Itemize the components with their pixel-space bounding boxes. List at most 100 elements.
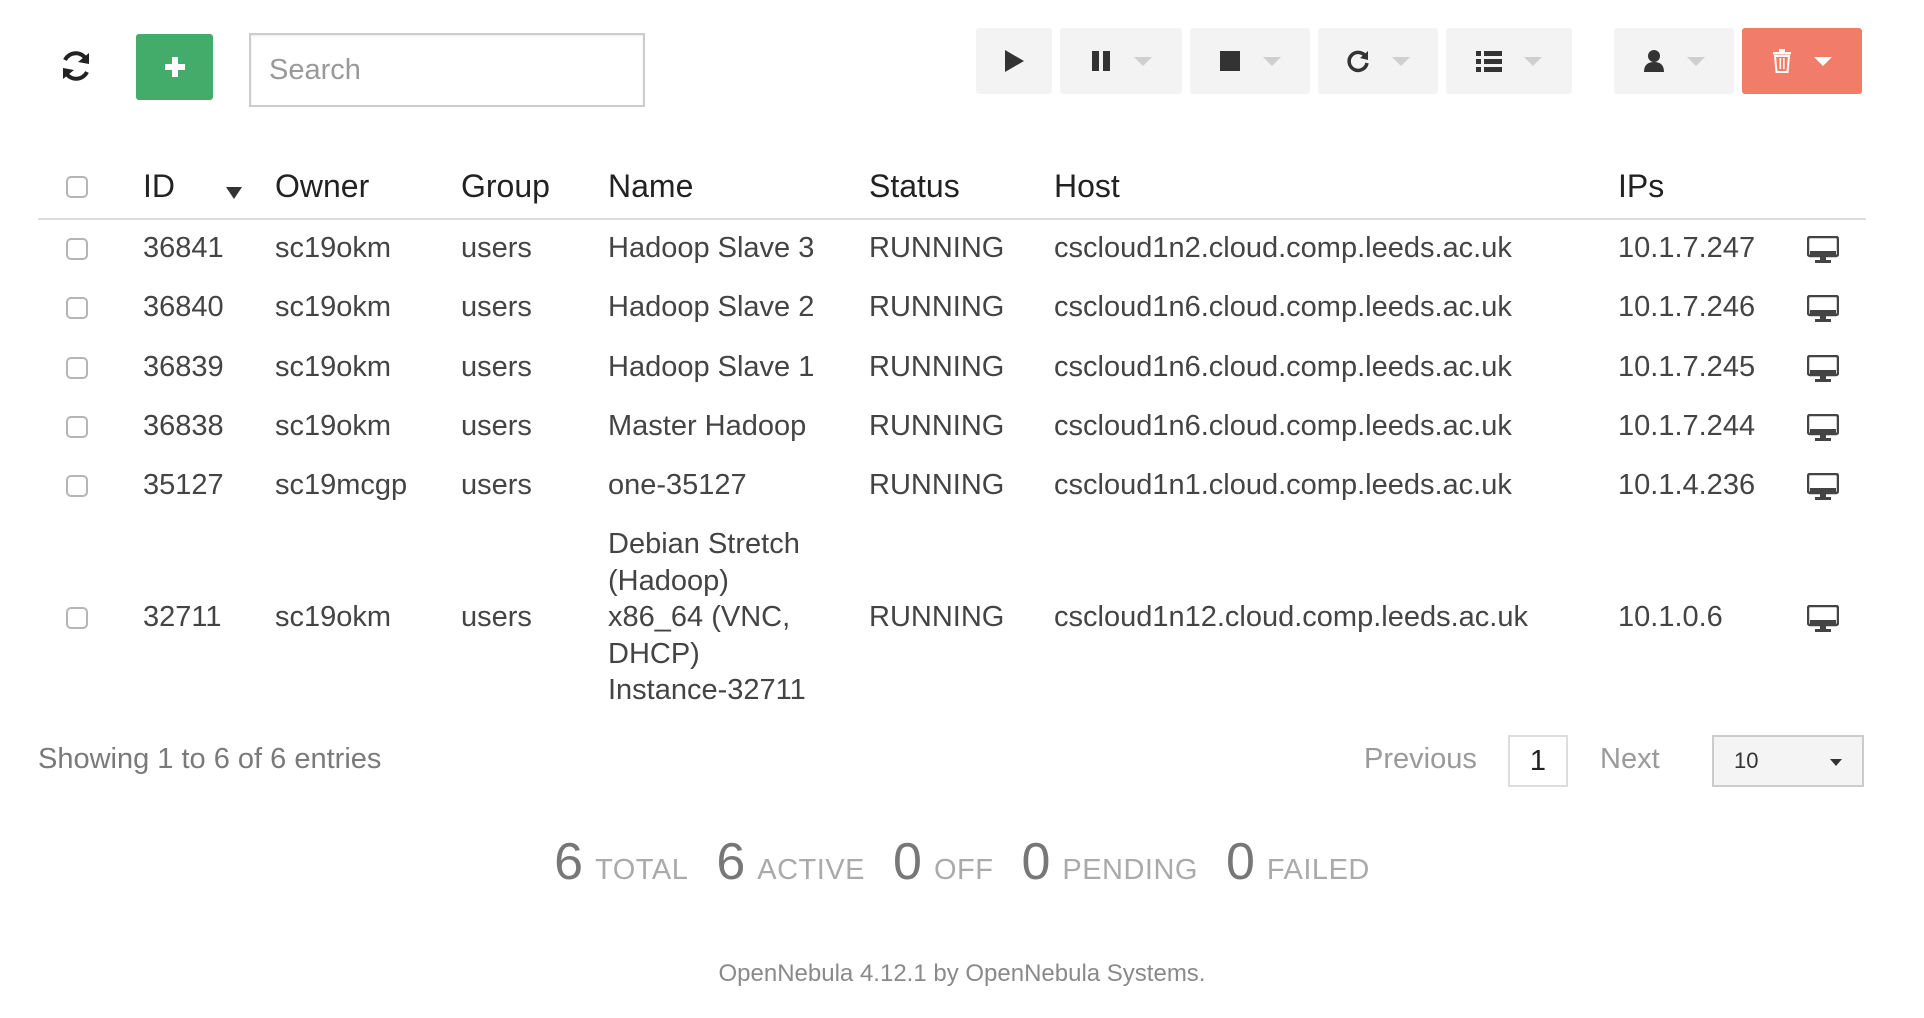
vm-id: 35127 <box>143 469 224 501</box>
row-checkbox[interactable] <box>66 475 88 497</box>
search-input[interactable] <box>249 33 645 107</box>
opennebula-vms-view: ID Owner Group Name Status Host IPs 3684… <box>0 0 1924 1018</box>
page-length-value: 10 <box>1734 748 1759 773</box>
vm-host: cscloud1n6.cloud.comp.leeds.ac.uk <box>1054 410 1512 442</box>
vm-owner: sc19okm <box>275 291 392 323</box>
off-stat[interactable]: 0 OFF <box>893 832 993 892</box>
column-header-ips[interactable]: IPs <box>1618 168 1664 205</box>
row-checkbox[interactable] <box>66 238 88 260</box>
vm-state-summary: 6 TOTAL 6 ACTIVE 0 OFF 0 PENDING 0 FAILE… <box>0 832 1924 892</box>
previous-page-link[interactable]: Previous <box>1364 743 1477 776</box>
vm-status: RUNNING <box>869 469 1005 501</box>
trash-icon <box>1773 49 1791 73</box>
active-label: ACTIVE <box>757 854 866 886</box>
chevron-down-icon <box>1524 56 1542 66</box>
vm-status: RUNNING <box>869 291 1005 323</box>
select-all-checkbox[interactable] <box>66 176 88 198</box>
vm-host: cscloud1n1.cloud.comp.leeds.ac.uk <box>1054 469 1512 501</box>
failed-stat[interactable]: 0 FAILED <box>1226 832 1370 892</box>
play-icon <box>1005 50 1024 72</box>
vm-id: 36838 <box>143 410 224 442</box>
monitor-icon[interactable] <box>1807 605 1839 633</box>
reboot-button[interactable] <box>1318 28 1438 94</box>
vm-id: 36841 <box>143 232 224 264</box>
row-checkbox[interactable] <box>66 297 88 319</box>
off-label: OFF <box>933 854 994 886</box>
monitor-icon[interactable] <box>1807 295 1839 323</box>
vm-group: users <box>461 351 532 383</box>
row-checkbox[interactable] <box>66 607 88 629</box>
vm-status: RUNNING <box>869 351 1005 383</box>
table-info: Showing 1 to 6 of 6 entries <box>38 743 382 775</box>
column-header-owner[interactable]: Owner <box>275 168 369 205</box>
vm-owner: sc19okm <box>275 232 392 264</box>
pause-button[interactable] <box>1060 28 1182 94</box>
vm-group: users <box>461 291 532 323</box>
vm-group: users <box>461 232 532 264</box>
row-checkbox[interactable] <box>66 416 88 438</box>
vm-name-line: (Hadoop) <box>608 565 729 597</box>
vm-host: cscloud1n2.cloud.comp.leeds.ac.uk <box>1054 232 1512 264</box>
total-stat[interactable]: 6 TOTAL <box>554 832 688 892</box>
monitor-icon[interactable] <box>1807 473 1839 501</box>
vm-ip: 10.1.7.245 <box>1618 351 1756 383</box>
column-header-host[interactable]: Host <box>1054 168 1120 205</box>
list-icon <box>1476 51 1502 72</box>
stop-button[interactable] <box>1190 28 1310 94</box>
more-actions-button[interactable] <box>1446 28 1572 94</box>
row-checkbox[interactable] <box>66 357 88 379</box>
vm-host: cscloud1n6.cloud.comp.leeds.ac.uk <box>1054 351 1512 383</box>
next-page-link[interactable]: Next <box>1600 743 1660 776</box>
vm-host: cscloud1n6.cloud.comp.leeds.ac.uk <box>1054 291 1512 323</box>
chevron-down-icon <box>1134 56 1152 66</box>
refresh-icon <box>63 51 89 81</box>
ownership-button[interactable] <box>1614 28 1734 94</box>
chevron-down-icon <box>1814 56 1832 66</box>
vm-id: 36840 <box>143 291 224 323</box>
vm-ip: 10.1.7.246 <box>1618 291 1756 323</box>
pending-stat[interactable]: 0 PENDING <box>1021 832 1198 892</box>
vm-owner: sc19okm <box>275 410 392 442</box>
refresh-button[interactable] <box>48 42 104 90</box>
column-header-group[interactable]: Group <box>461 168 550 205</box>
vm-ip: 10.1.7.244 <box>1618 410 1756 442</box>
monitor-icon[interactable] <box>1807 236 1839 264</box>
monitor-icon[interactable] <box>1807 355 1839 383</box>
chevron-down-icon <box>1392 56 1410 66</box>
delete-button[interactable] <box>1742 28 1862 94</box>
vm-group: users <box>461 410 532 442</box>
vm-host: cscloud1n12.cloud.comp.leeds.ac.uk <box>1054 601 1528 633</box>
vm-id: 32711 <box>143 601 222 633</box>
column-header-name[interactable]: Name <box>608 168 693 205</box>
vm-ip: 10.1.0.6 <box>1618 601 1723 633</box>
monitor-icon[interactable] <box>1807 414 1839 442</box>
chevron-down-icon <box>1263 56 1281 66</box>
user-icon <box>1644 50 1664 72</box>
stop-icon <box>1220 51 1240 71</box>
column-header-status[interactable]: Status <box>869 168 960 205</box>
total-count: 6 <box>554 833 584 891</box>
active-count: 6 <box>716 833 746 891</box>
page-1-button[interactable]: 1 <box>1508 735 1568 787</box>
toolbar <box>0 0 1924 120</box>
header-divider <box>38 218 1866 220</box>
vm-group: users <box>461 601 532 633</box>
off-count: 0 <box>893 833 922 891</box>
vm-owner: sc19mcgp <box>275 469 408 501</box>
vm-name-line: DHCP) <box>608 638 700 670</box>
vm-id: 36839 <box>143 351 224 383</box>
vm-name-line: x86_64 (VNC, <box>608 601 791 633</box>
vm-name: Master Hadoop <box>608 410 807 442</box>
active-stat[interactable]: 6 ACTIVE <box>716 832 865 892</box>
vm-group: users <box>461 469 532 501</box>
failed-count: 0 <box>1226 833 1255 891</box>
column-header-id[interactable]: ID <box>143 168 175 205</box>
resume-button[interactable] <box>976 28 1052 94</box>
page-length-select[interactable]: 10 <box>1712 735 1864 787</box>
sort-desc-icon <box>226 187 242 199</box>
vm-name: Hadoop Slave 1 <box>608 351 815 383</box>
create-vm-button[interactable] <box>136 34 213 100</box>
reboot-icon <box>1347 50 1369 73</box>
vm-ip: 10.1.7.247 <box>1618 232 1756 264</box>
vm-status: RUNNING <box>869 601 1005 633</box>
